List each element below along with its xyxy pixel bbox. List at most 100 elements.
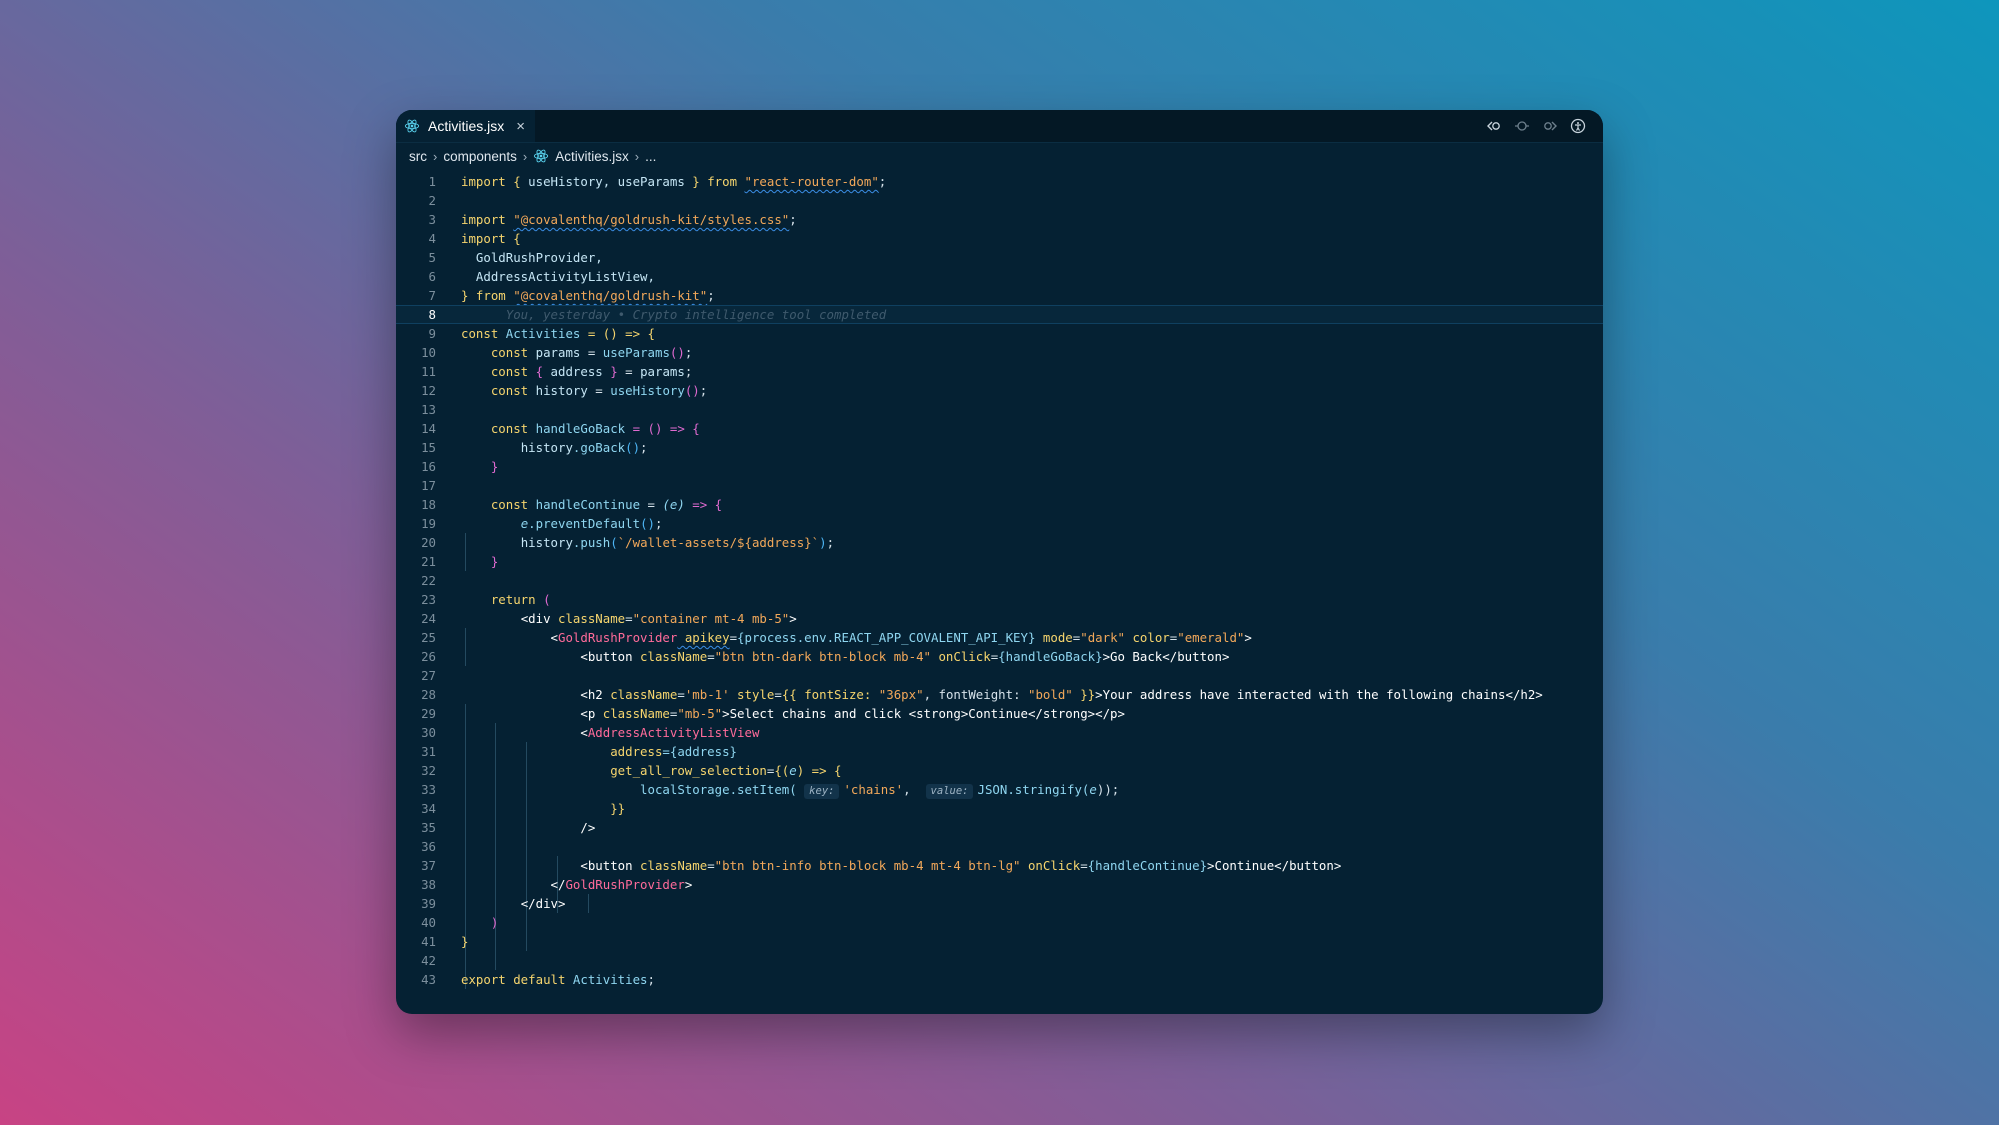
code-line: 5 GoldRushProvider, [396, 248, 1603, 267]
code-line: 41} [396, 932, 1603, 951]
code-text: localStorage.setItem( key:'chains', valu… [640, 782, 1120, 799]
code-line: 7 } from "@covalenthq/goldrush-kit"; [396, 286, 1603, 305]
line-number: 19 [421, 516, 436, 531]
line-number: 9 [428, 326, 436, 341]
code-text: e.preventDefault(); [520, 516, 663, 531]
line-number: 38 [421, 877, 436, 892]
chevron-right-icon: › [634, 148, 640, 164]
breadcrumb: src › components › Activities.jsx › ... [396, 143, 1603, 169]
line-number: 40 [421, 915, 436, 930]
line-number: 10 [421, 345, 436, 360]
line-number: 32 [421, 763, 436, 778]
code-line: 1 import { useHistory, useParams } from "… [396, 172, 1603, 191]
line-number: 15 [421, 440, 436, 455]
line-number: 8 [428, 307, 436, 322]
code-line: 29 <p className="mb-5">Select chains and… [396, 704, 1603, 723]
code-text: <p className="mb-5">Select chains and cl… [580, 706, 1125, 721]
code-text: const history = useHistory(); [490, 383, 708, 398]
code-text: } [490, 554, 499, 569]
line-number: 14 [421, 421, 436, 436]
git-blame-annotation: You, yesterday • Crypto intelligence too… [505, 307, 887, 322]
inlay-hint: value: [925, 784, 974, 799]
code-text: get_all_row_selection={(e) => { [610, 763, 842, 778]
code-line: 11 const { address } = params; [396, 362, 1603, 381]
code-line: 40 ) [396, 913, 1603, 932]
code-line: 43 export default Activities; [396, 970, 1603, 989]
code-editor[interactable]: 1 import { useHistory, useParams } from "… [396, 172, 1603, 1014]
code-text: }} [610, 801, 626, 816]
line-number: 13 [421, 402, 436, 417]
line-number: 16 [421, 459, 436, 474]
tab-activities[interactable]: Activities.jsx × [396, 110, 535, 142]
breadcrumb-file-label: Activities.jsx [555, 148, 629, 164]
code-line: 15 history.goBack(); [396, 438, 1603, 457]
breadcrumb-ellipsis[interactable]: ... [645, 149, 656, 164]
breadcrumb-components[interactable]: components [443, 149, 517, 164]
code-line: 31 address={address} [396, 742, 1603, 761]
code-text: GoldRushProvider, [475, 250, 603, 265]
line-number: 1 [428, 174, 436, 189]
code-line: 24 <div className="container mt-4 mb-5"> [396, 609, 1603, 628]
line-number: 26 [421, 649, 436, 664]
code-line: 9 const Activities = () => { [396, 324, 1603, 343]
code-text: address={address} [610, 744, 738, 759]
code-line: 17 [396, 476, 1603, 495]
code-line: 13 [396, 400, 1603, 419]
line-number: 28 [421, 687, 436, 702]
line-number: 2 [428, 193, 436, 208]
code-line: 42 [396, 951, 1603, 970]
code-line: 16 } [396, 457, 1603, 476]
code-text: history.push(`/wallet-assets/${address}`… [520, 535, 835, 550]
line-number: 20 [421, 535, 436, 550]
close-icon[interactable]: × [516, 118, 525, 135]
code-line: 28 <h2 className='mb-1' style={{ fontSiz… [396, 685, 1603, 704]
react-file-icon [534, 149, 549, 163]
line-number: 43 [421, 972, 436, 987]
code-text: You, yesterday • Crypto intelligence too… [461, 305, 886, 324]
code-text: </div> [520, 896, 566, 911]
line-number: 3 [428, 212, 436, 227]
changes-icon[interactable] [1513, 117, 1531, 135]
code-line: 35 /> [396, 818, 1603, 837]
line-number: 25 [421, 630, 436, 645]
code-text: <button className="btn btn-info btn-bloc… [580, 858, 1342, 873]
line-number: 12 [421, 383, 436, 398]
line-number: 30 [421, 725, 436, 740]
code-line: 6 AddressActivityListView, [396, 267, 1603, 286]
go-back-icon[interactable] [1485, 117, 1503, 135]
code-line: 19 e.preventDefault(); [396, 514, 1603, 533]
code-line: 32 get_all_row_selection={(e) => { [396, 761, 1603, 780]
line-number: 42 [421, 953, 436, 968]
code-line: 36 [396, 837, 1603, 856]
line-number: 4 [428, 231, 436, 246]
accessibility-icon[interactable] [1569, 117, 1587, 135]
line-number: 31 [421, 744, 436, 759]
code-text: export default Activities; [461, 972, 655, 987]
line-number: 39 [421, 896, 436, 911]
code-line: 23 return ( [396, 590, 1603, 609]
line-number: 37 [421, 858, 436, 873]
breadcrumb-file[interactable]: Activities.jsx [533, 148, 629, 164]
go-forward-icon[interactable] [1541, 117, 1559, 135]
code-text: <div className="container mt-4 mb-5"> [520, 611, 797, 626]
code-text: } from "@covalenthq/goldrush-kit"; [461, 288, 715, 303]
code-text: <h2 className='mb-1' style={{ fontSize: … [580, 687, 1543, 702]
code-text: const Activities = () => { [461, 326, 655, 341]
code-line: 25 <GoldRushProvider apikey={process.env… [396, 628, 1603, 647]
code-line: 12 const history = useHistory(); [396, 381, 1603, 400]
code-text: const handleGoBack = () => { [490, 421, 700, 436]
line-number: 35 [421, 820, 436, 835]
line-number: 11 [421, 364, 436, 379]
code-text: import { useHistory, useParams } from "r… [461, 174, 887, 189]
react-file-icon [404, 119, 420, 133]
line-number: 24 [421, 611, 436, 626]
code-text: AddressActivityListView, [475, 269, 655, 284]
code-text: /> [580, 820, 596, 835]
line-number: 18 [421, 497, 436, 512]
breadcrumb-src[interactable]: src [409, 149, 427, 164]
code-text: const params = useParams(); [490, 345, 693, 360]
code-text: } [490, 459, 499, 474]
code-line: 21 } [396, 552, 1603, 571]
line-number: 5 [428, 250, 436, 265]
line-number: 7 [428, 288, 436, 303]
